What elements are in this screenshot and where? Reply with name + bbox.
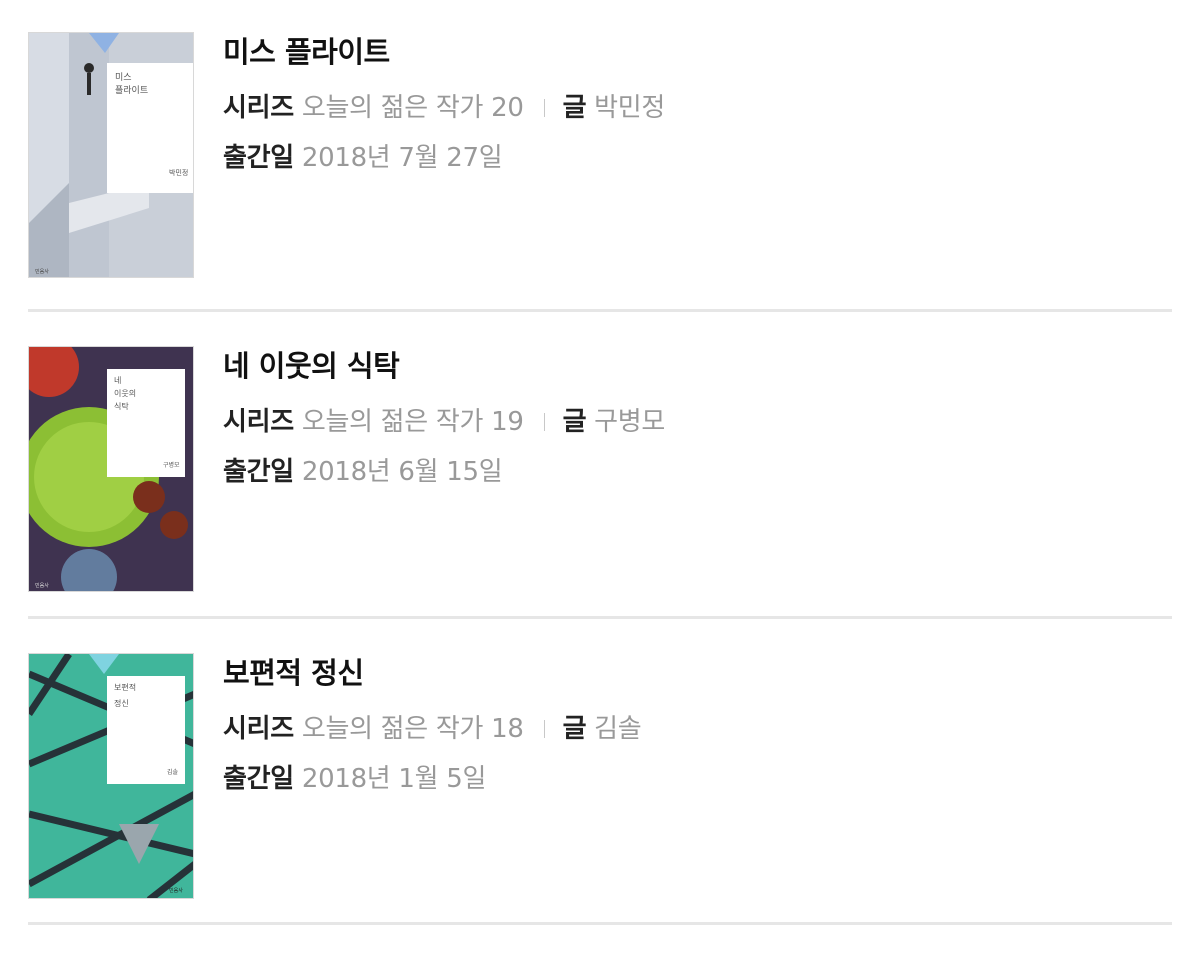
date-line: 출간일 2018년 1월 5일 bbox=[223, 762, 641, 796]
book-cover[interactable]: 네 이웃의 식탁 구병모 민음사 bbox=[28, 346, 194, 592]
list-item[interactable]: 미스 플라이트 박민정 민음사 미스 플라이트 시리즈 오늘의 젊은 작가 20… bbox=[28, 32, 1172, 338]
author-value[interactable]: 박민정 bbox=[594, 93, 665, 123]
author-label: 글 bbox=[562, 714, 587, 744]
book-title[interactable]: 미스 플라이트 bbox=[223, 32, 665, 72]
divider bbox=[543, 413, 545, 431]
cover-title-1: 미스 bbox=[115, 72, 132, 83]
series-line: 시리즈 오늘의 젊은 작가 18 글 김솔 bbox=[223, 712, 642, 746]
cover-author: 김솔 bbox=[167, 768, 179, 776]
author-value[interactable]: 김솔 bbox=[594, 714, 642, 744]
book-info: 네 이웃의 식탁 시리즈 오늘의 젊은 작가 19 글 구병모 출간일 2018년… bbox=[223, 346, 665, 489]
book-info: 미스 플라이트 시리즈 오늘의 젊은 작가 20 글 박민정 출간일 2018년 … bbox=[223, 32, 665, 175]
divider bbox=[543, 720, 545, 738]
series-line: 시리즈 오늘의 젊은 작가 19 글 구병모 bbox=[223, 405, 665, 439]
cover-title-3: 식탁 bbox=[114, 401, 129, 411]
author-value[interactable]: 구병모 bbox=[594, 407, 665, 437]
date-label: 출간일 bbox=[223, 457, 294, 487]
divider bbox=[28, 309, 1172, 312]
cover-title-2: 이웃의 bbox=[114, 388, 136, 398]
divider bbox=[28, 922, 1172, 925]
divider bbox=[543, 99, 545, 117]
book-cover[interactable]: 보편적 정신 김솔 민음사 bbox=[28, 653, 194, 899]
list-item[interactable]: 보편적 정신 김솔 민음사 보편적 정신 시리즈 오늘의 젊은 작가 18 글 김… bbox=[28, 653, 1172, 959]
series-value[interactable]: 오늘의 젊은 작가 18 bbox=[302, 714, 524, 744]
series-value[interactable]: 오늘의 젊은 작가 20 bbox=[302, 93, 524, 123]
date-value: 2018년 6월 15일 bbox=[301, 457, 503, 487]
cover-author: 박민정 bbox=[169, 168, 188, 177]
date-value: 2018년 7월 27일 bbox=[301, 143, 503, 173]
date-label: 출간일 bbox=[223, 764, 294, 794]
book-title[interactable]: 네 이웃의 식탁 bbox=[223, 346, 665, 386]
cover-author: 구병모 bbox=[163, 461, 180, 469]
series-value[interactable]: 오늘의 젊은 작가 19 bbox=[302, 407, 524, 437]
publisher-logo: 민음사 bbox=[169, 887, 183, 894]
date-label: 출간일 bbox=[223, 143, 294, 173]
cover-title-2: 플라이트 bbox=[115, 85, 148, 96]
series-label: 시리즈 bbox=[223, 93, 294, 123]
book-cover[interactable]: 미스 플라이트 박민정 민음사 bbox=[28, 32, 194, 278]
date-value: 2018년 1월 5일 bbox=[301, 764, 487, 794]
series-label: 시리즈 bbox=[223, 407, 294, 437]
date-line: 출간일 2018년 6월 15일 bbox=[223, 455, 665, 489]
author-label: 글 bbox=[562, 93, 587, 123]
series-label: 시리즈 bbox=[223, 714, 294, 744]
publisher-logo: 민음사 bbox=[35, 268, 49, 275]
cover-title-1: 보편적 bbox=[114, 682, 136, 692]
cover-title-1: 네 bbox=[114, 376, 121, 385]
divider bbox=[28, 616, 1172, 619]
author-label: 글 bbox=[562, 407, 587, 437]
series-line: 시리즈 오늘의 젊은 작가 20 글 박민정 bbox=[223, 91, 665, 125]
date-line: 출간일 2018년 7월 27일 bbox=[223, 141, 665, 175]
publisher-logo: 민음사 bbox=[35, 582, 49, 589]
book-info: 보편적 정신 시리즈 오늘의 젊은 작가 18 글 김솔 출간일 2018년 1월… bbox=[223, 653, 642, 796]
book-title[interactable]: 보편적 정신 bbox=[223, 653, 641, 693]
cover-title-2: 정신 bbox=[114, 698, 129, 708]
list-item[interactable]: 네 이웃의 식탁 구병모 민음사 네 이웃의 식탁 시리즈 오늘의 젊은 작가 … bbox=[28, 346, 1172, 652]
